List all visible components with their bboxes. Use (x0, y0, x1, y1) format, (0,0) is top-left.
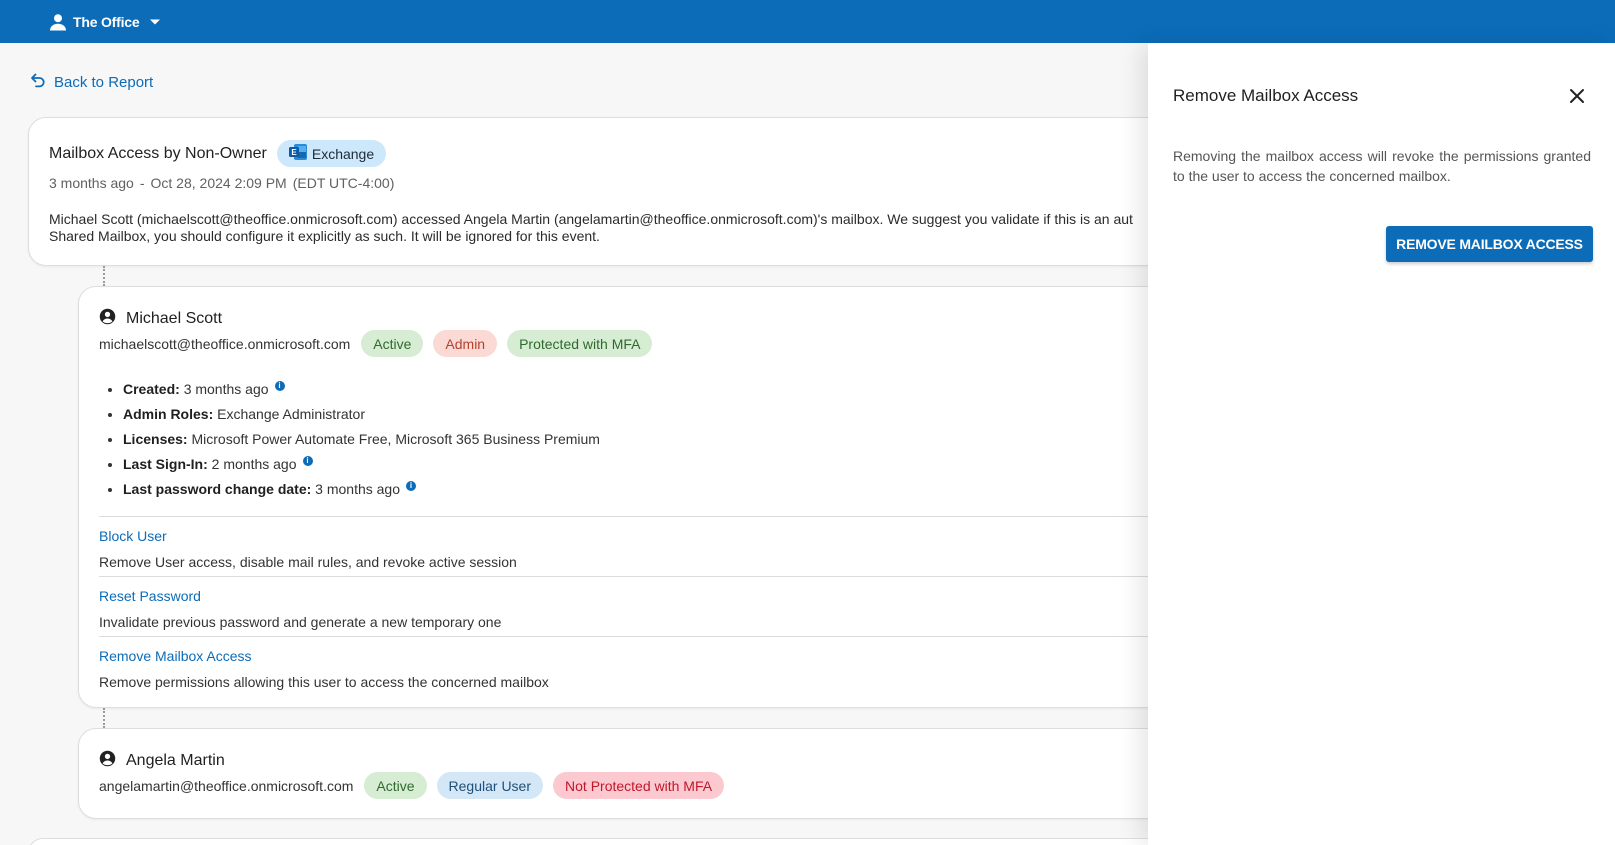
user-actions: Block User Remove User access, disable m… (99, 516, 1227, 696)
mfa-chip-not-protected: Not Protected with MFA (553, 772, 725, 799)
detail-licenses: Licenses: Microsoft Power Automate Free,… (123, 427, 600, 452)
status-chip-active: Active (361, 330, 424, 357)
action-description: Remove User access, disable mail rules, … (99, 554, 517, 570)
user-card-angela: Angela Martin angelamartin@theoffice.onm… (78, 728, 1228, 819)
close-icon[interactable] (1568, 87, 1586, 105)
detail-last-sign-in: Last Sign-In: 2 months agoi (123, 452, 600, 477)
user-name: Angela Martin (126, 752, 225, 769)
account-circle-icon (99, 750, 116, 772)
panel-title: Remove Mailbox Access (1173, 86, 1359, 105)
role-chip-admin: Admin (433, 330, 498, 357)
block-user-link[interactable]: Block User (99, 528, 167, 544)
info-icon[interactable]: i (274, 381, 285, 391)
top-bar: The Office (0, 0, 1615, 43)
info-icon[interactable]: i (406, 481, 417, 491)
user-card-michael: Michael Scott michaelscott@theoffice.onm… (78, 286, 1228, 708)
user-details-list: Created: 3 months agoi Admin Roles: Exch… (123, 377, 600, 502)
chevron-down-icon (149, 18, 161, 26)
reset-password-link[interactable]: Reset Password (99, 588, 201, 604)
card-connector (103, 708, 105, 728)
info-icon[interactable]: i (302, 456, 313, 466)
detail-created: Created: 3 months agoi (123, 377, 600, 402)
org-name: The Office (73, 13, 140, 30)
description-line-1: Michael Scott (michaelscott@theoffice.on… (49, 211, 1133, 227)
action-description: Remove permissions allowing this user to… (99, 674, 549, 690)
event-title: Mailbox Access by Non-Owner (49, 144, 267, 162)
event-card: Mailbox Access by Non-Owner E Exchange 3… (28, 117, 1228, 266)
back-to-report-link[interactable]: Back to Report (30, 72, 153, 92)
action-block-user: Block User Remove User access, disable m… (99, 516, 1227, 576)
action-description: Invalidate previous password and generat… (99, 614, 502, 630)
next-card (28, 838, 1228, 845)
user-email: michaelscott@theoffice.onmicrosoft.com (99, 335, 351, 352)
exchange-icon: E (288, 143, 308, 164)
detail-last-password-change: Last password change date: 3 months agoi (123, 477, 600, 502)
user-name: Michael Scott (126, 310, 223, 327)
detail-admin-roles: Admin Roles: Exchange Administrator (123, 402, 600, 427)
action-reset-password: Reset Password Invalidate previous passw… (99, 576, 1227, 636)
remove-mailbox-access-panel: Remove Mailbox Access Removing the mailb… (1148, 43, 1615, 845)
exchange-chip-label: Exchange (311, 145, 375, 162)
remove-mailbox-access-link[interactable]: Remove Mailbox Access (99, 648, 252, 664)
account-circle-icon (99, 308, 116, 330)
panel-description: Removing the mailbox access will revoke … (1173, 148, 1591, 184)
event-meta: 3 months ago - Oct 28, 2024 2:09 PM (EDT… (49, 175, 394, 191)
status-chip-active: Active (364, 772, 427, 799)
event-relative-time: 3 months ago (49, 175, 134, 191)
svg-text:E: E (291, 148, 297, 157)
user-email: angelamartin@theoffice.onmicrosoft.com (99, 777, 354, 794)
org-switcher[interactable]: The Office (49, 13, 161, 31)
remove-mailbox-access-button[interactable]: REMOVE MAILBOX ACCESS (1386, 226, 1593, 262)
mfa-chip-protected: Protected with MFA (507, 330, 653, 357)
back-to-report-label: Back to Report (54, 73, 154, 91)
event-timezone: (EDT UTC-4:00) (292, 175, 395, 191)
user-icon (49, 13, 67, 31)
role-chip-regular-user: Regular User (436, 772, 544, 799)
undo-arrow-icon (30, 72, 46, 92)
meta-separator: - (139, 175, 145, 191)
description-line-2: Shared Mailbox, you should configure it … (49, 228, 600, 244)
exchange-chip: E Exchange (276, 140, 387, 167)
event-timestamp: Oct 28, 2024 2:09 PM (150, 175, 287, 191)
event-description: Michael Scott (michaelscott@theoffice.on… (49, 211, 1227, 245)
action-remove-mailbox-access: Remove Mailbox Access Remove permissions… (99, 636, 1227, 696)
card-connector (103, 266, 105, 286)
